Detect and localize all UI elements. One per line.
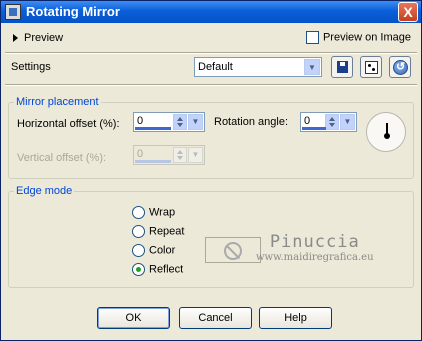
save-icon [337,61,348,73]
horizontal-offset-slider[interactable] [135,127,171,130]
radio-button[interactable] [132,206,145,219]
edge-mode-option-color[interactable]: Color [132,244,175,260]
save-preset-button[interactable] [331,56,353,78]
cancel-button[interactable]: Cancel [179,307,252,329]
vertical-offset-spinner: 0 ▼ [133,145,205,165]
edge-mode-option-reflect[interactable]: Reflect [132,263,183,279]
preview-row: Preview Preview on Image [9,30,415,48]
chevron-down-icon[interactable]: ▼ [188,114,203,130]
dial-hub [384,133,390,139]
edge-mode-legend: Edge mode [14,185,75,197]
edge-mode-option-label: Color [149,244,176,257]
title-bar[interactable]: Rotating Mirror X [1,1,421,23]
watermark: Pinuccia www.maidiregrafica.eu [256,232,374,263]
horizontal-offset-value[interactable]: 0 [137,115,143,127]
rotation-angle-label: Rotation angle: [214,116,288,128]
spin-arrows-icon[interactable] [173,114,187,130]
close-button[interactable]: X [398,2,418,22]
help-button[interactable]: Help [259,307,332,329]
preview-on-image-checkbox[interactable] [305,31,319,44]
radio-button[interactable] [132,244,145,257]
vertical-offset-slider [135,160,171,163]
preview-on-image-label: Preview on Image [322,31,411,44]
edge-mode-option-label: Wrap [149,206,176,219]
randomize-button[interactable] [360,56,382,78]
window-title: Rotating Mirror [26,4,120,19]
spin-arrows-icon [173,147,187,163]
horizontal-offset-label: Horizontal offset (%): [17,118,120,130]
rotation-dial-icon[interactable] [366,112,406,152]
preview-toggle-label: Preview [24,32,64,44]
dialog-window: Rotating Mirror X Preview Preview on Ima… [0,0,422,341]
spin-arrows-icon[interactable] [325,114,339,130]
rotation-angle-spinner[interactable]: 0 ▼ [300,112,357,132]
chevron-down-icon[interactable]: ▼ [304,59,320,75]
vertical-offset-label: Vertical offset (%): [17,152,107,164]
edge-mode-option-wrap[interactable]: Wrap [132,206,175,222]
rotation-angle-value[interactable]: 0 [304,115,310,127]
reset-icon [393,60,408,75]
edge-mode-option-label: Repeat [149,225,185,238]
rotation-angle-slider[interactable] [302,127,326,130]
mirror-placement-legend: Mirror placement [14,96,101,108]
divider [5,52,417,54]
app-icon [5,4,21,20]
dice-icon [365,61,378,74]
watermark-name: Pinuccia [269,232,360,252]
edge-mode-option-label: Reflect [149,263,184,276]
no-symbol-icon [224,242,242,260]
preview-toggle[interactable]: Preview [13,32,63,44]
radio-button-selected[interactable] [132,263,145,276]
radio-button[interactable] [132,225,145,238]
settings-label: Settings [11,61,51,73]
vertical-offset-value: 0 [137,148,144,160]
chevron-down-icon[interactable]: ▼ [340,114,355,130]
preview-on-image-option[interactable]: Preview on Image [305,31,411,44]
watermark-site: www.maidiregrafica.eu [256,252,374,263]
expand-triangle-icon [13,34,18,43]
ok-button[interactable]: OK [97,307,170,329]
edge-color-swatch [205,237,261,263]
reset-button[interactable] [389,56,411,78]
edge-mode-option-repeat[interactable]: Repeat [132,225,184,241]
divider [5,84,417,86]
settings-dropdown[interactable]: Default ▼ [194,57,322,77]
settings-dropdown-value: Default [198,61,233,73]
horizontal-offset-spinner[interactable]: 0 ▼ [133,112,205,132]
chevron-down-icon: ▼ [188,147,203,163]
